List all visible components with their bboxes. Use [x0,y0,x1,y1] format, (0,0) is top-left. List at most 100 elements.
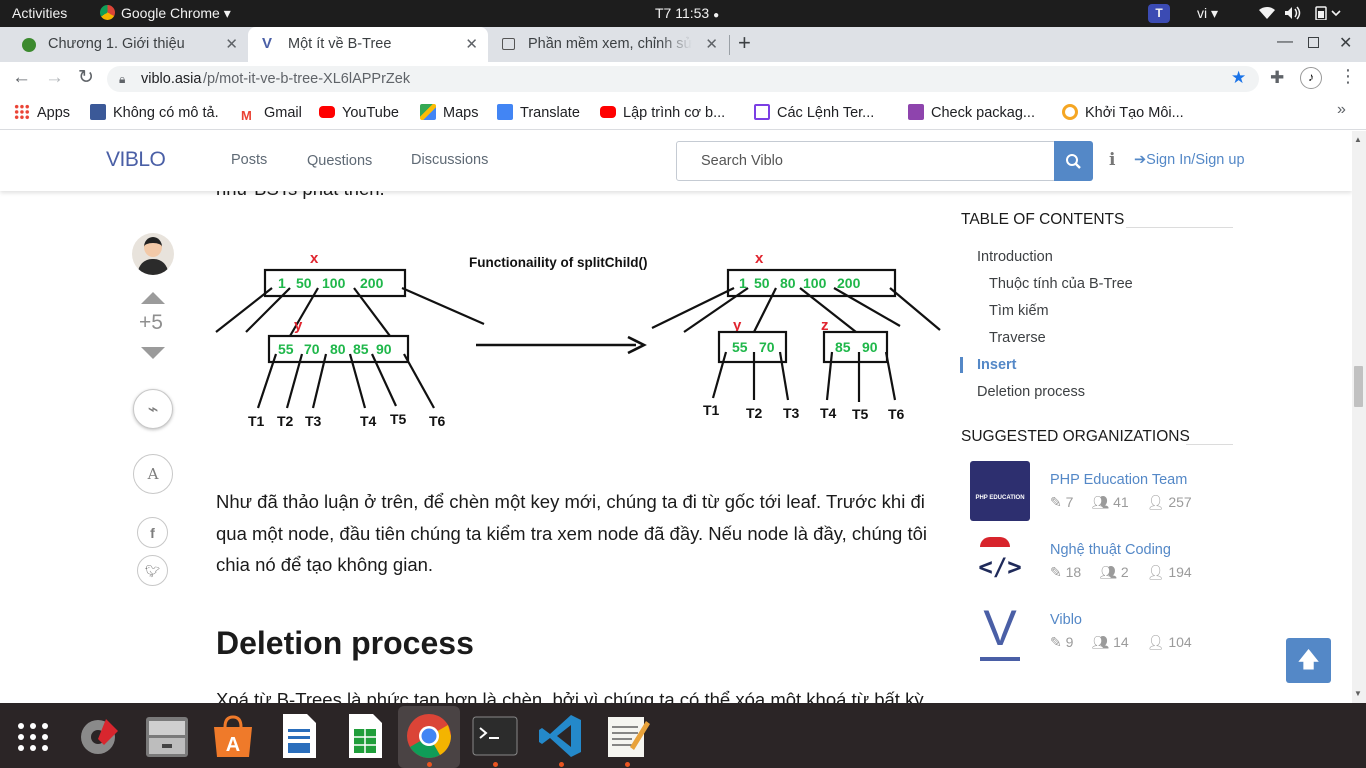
page-scrollbar[interactable]: ▲ ▼ [1352,131,1366,703]
clip-button[interactable]: ⌁ [133,389,173,429]
bookmark-check-package[interactable]: Check packag... [908,102,1035,124]
url-path: /p/mot-it-ve-b-tree-XL6lAPPrZek [203,71,411,87]
nav-discussions[interactable]: Discussions [411,152,488,168]
leaf: T1 [248,413,265,429]
org-members: 14 [1113,634,1129,650]
reload-button[interactable]: ↻ [78,66,94,89]
activities-button[interactable]: Activities [12,0,67,27]
new-tab-button[interactable]: + [738,30,751,56]
forward-button[interactable]: → [45,67,64,89]
toc-item-traverse[interactable]: Traverse [989,330,1046,346]
close-icon[interactable]: ✕ [705,35,718,53]
facebook-share-button[interactable]: f [137,517,168,548]
toc-item-deletion[interactable]: Deletion process [977,384,1085,400]
menu-kebab-icon[interactable]: ⋮ [1339,66,1357,87]
show-apps-button[interactable] [10,713,56,759]
toc-item-tim-kiem[interactable]: Tìm kiếm [989,303,1049,319]
running-indicator [559,762,564,767]
php-education-logo[interactable]: PHP EDUCATION [970,461,1030,521]
close-icon[interactable]: ✕ [225,35,238,53]
upvote-icon[interactable] [141,292,165,304]
bookmark-youtube[interactable]: YouTube [319,102,399,124]
teams-icon[interactable]: T [1148,4,1170,23]
nav-posts[interactable]: Posts [231,152,267,168]
bookmark-maps[interactable]: Maps [420,102,478,124]
system-top-bar: Activities Google Chrome ▾ T7 11:53 ● T … [0,0,1366,27]
software-app-icon[interactable]: A [208,711,258,761]
tiktok-extension-icon[interactable]: ♪ [1300,67,1322,89]
bookmark-apps[interactable]: Apps [14,102,70,124]
settings-app-icon[interactable] [76,711,126,761]
toc-item-insert[interactable]: Insert [977,357,1017,373]
text-editor-app-icon[interactable] [602,711,652,761]
toc-title: TABLE OF CONTENTS [961,211,1125,228]
running-indicator [427,762,432,767]
bookmark-cac-lenh[interactable]: Các Lệnh Ter... [754,102,874,124]
key: 1 [278,275,286,291]
cut-off-paragraph: Xoá từ B-Trees là phức tạp hơn là chèn, … [216,689,924,703]
maximize-button[interactable] [1308,37,1319,48]
font-size-button[interactable]: A [133,454,173,494]
author-avatar[interactable] [132,233,174,275]
scrollbar-thumb[interactable] [1354,366,1363,407]
org-name[interactable]: PHP Education Team [1050,472,1187,488]
vscode-app-icon[interactable] [536,711,586,761]
address-bar[interactable]: 🔒︎ viblo.asia /p/mot-it-ve-b-tree-XL6lAP… [107,66,1259,92]
calc-app-icon[interactable] [340,711,390,761]
extensions-icon[interactable]: ✚ [1270,68,1284,88]
toc-item-introduction[interactable]: Introduction [977,249,1053,265]
twitter-share-button[interactable]: 🐦︎ [137,555,168,586]
nghe-thuat-coding-logo[interactable]: </> [970,531,1030,591]
system-menu-icon[interactable] [1314,0,1342,27]
org-followers: 194 [1168,564,1192,580]
org-name[interactable]: Viblo [1050,612,1082,628]
bookmark-lap-trinh[interactable]: Lập trình cơ b... [600,102,725,124]
nav-questions[interactable]: Questions [307,153,372,169]
info-icon[interactable]: i [1109,150,1115,170]
bookmark-translate[interactable]: Translate [497,102,580,124]
clock[interactable]: T7 11:53 ● [655,0,719,27]
language-indicator[interactable]: vi ▾ [1197,0,1218,27]
key: 85 [835,339,851,355]
sign-in-link[interactable]: ➔Sign In/Sign up [1134,152,1245,168]
app-menu[interactable]: Google Chrome ▾ [100,0,231,27]
key: 50 [296,275,312,291]
search-button[interactable] [1054,141,1093,181]
terminal-app-icon[interactable] [470,711,520,761]
bookmark-star-icon[interactable]: ★ [1231,65,1246,91]
tab-phan-mem[interactable]: Phần mềm xem, chỉnh sửa ✕ [488,27,728,62]
viblo-org-logo[interactable]: V [970,601,1030,661]
minimize-button[interactable]: — [1277,33,1293,51]
wifi-icon[interactable] [1259,0,1275,27]
writer-app-icon[interactable] [274,711,324,761]
close-icon[interactable]: ✕ [465,35,478,53]
close-window-button[interactable]: ✕ [1339,33,1352,53]
circle-logo-icon [1062,104,1078,120]
bookmark-label: YouTube [342,105,399,121]
downvote-icon[interactable] [141,347,165,359]
back-button[interactable]: ← [12,67,31,89]
toc-item-thuoc-tinh[interactable]: Thuộc tính của B-Tree [989,276,1133,292]
search-icon [1066,154,1081,169]
terminal-bookmark-icon [754,104,770,120]
files-app-icon[interactable] [142,711,192,761]
tab-chuong-1[interactable]: Chương 1. Giới thiệu ✕ [8,27,248,62]
viblo-logo[interactable]: VIBLO [106,148,166,172]
search-input[interactable]: Search Viblo [676,141,1056,181]
back-to-top-button[interactable]: 🡅 [1286,638,1331,683]
pencil-icon: ✎ [1050,634,1062,650]
tab-b-tree[interactable]: V Một ít về B-Tree ✕ [248,27,488,62]
bookmark-facebook[interactable]: Không có mô tả. [90,102,219,124]
bookmarks-overflow-icon[interactable]: » [1337,101,1346,119]
follow-icon: 👤︎ [1146,634,1165,650]
volume-icon[interactable] [1284,0,1302,27]
chrome-app-icon[interactable] [404,711,454,761]
bookmark-khoi-tao[interactable]: Khởi Tạo Môi... [1062,102,1184,124]
pencil-icon: ✎ [1050,494,1062,510]
arrow-up-icon: 🡅 [1297,647,1320,672]
app-grid-icon [18,723,48,751]
leaf: T2 [746,405,763,421]
key: 55 [732,339,748,355]
bookmark-gmail[interactable]: M Gmail [241,102,302,124]
org-name[interactable]: Nghệ thuật Coding [1050,542,1171,558]
